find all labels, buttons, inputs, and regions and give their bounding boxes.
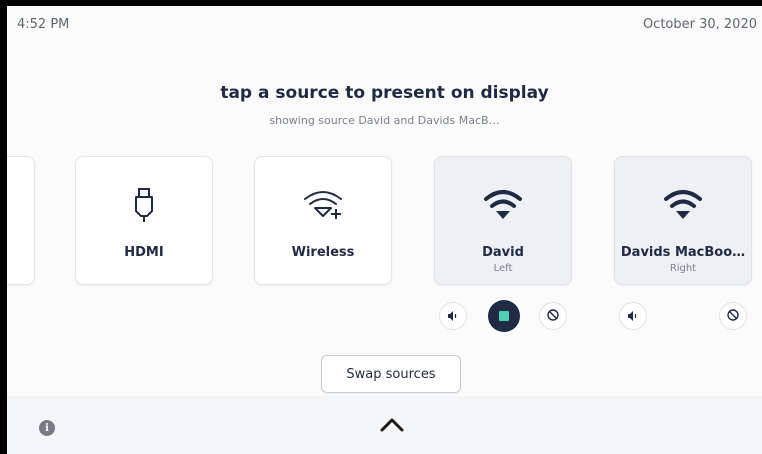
status-time: 4:52 PM [17,17,70,32]
swap-sources-button[interactable]: Swap sources [321,355,461,393]
source-card-davids-macbook[interactable]: Davids MacBoo… Right [614,156,752,285]
source-card-hdmi[interactable]: HDMI [75,156,213,285]
wireless-add-icon [255,185,391,225]
stop-button[interactable] [488,300,520,332]
hdmi-plug-icon [76,185,212,225]
info-icon[interactable]: i [39,420,55,436]
disable-button-right[interactable] [719,302,747,330]
wifi-icon [435,185,571,225]
volume-icon [627,307,639,326]
wifi-icon [615,185,751,225]
screen: 4:52 PM October 30, 2020 tap a source to… [7,6,762,454]
page-subtitle: showing source David and Davids MacB… [269,114,500,127]
disable-button-left[interactable] [539,302,567,330]
page-title: tap a source to present on display [220,83,549,103]
source-name: HDMI [124,245,164,260]
volume-button-right[interactable] [619,302,647,330]
volume-button-left[interactable] [439,302,467,330]
source-name: Davids MacBoo… [620,245,746,260]
source-card-partial[interactable] [7,156,35,285]
source-position: Left [493,263,513,274]
stop-icon [499,311,509,321]
volume-icon [447,307,459,326]
chevron-up-icon[interactable] [379,416,405,438]
disable-icon [546,307,560,326]
source-card-wireless[interactable]: Wireless [254,156,392,285]
source-name: Wireless [291,245,355,260]
source-position: Right [669,263,697,274]
source-card-david[interactable]: David Left [434,156,572,285]
status-date: October 30, 2020 [642,17,757,32]
source-name: David [482,245,524,260]
disable-icon [726,307,740,326]
